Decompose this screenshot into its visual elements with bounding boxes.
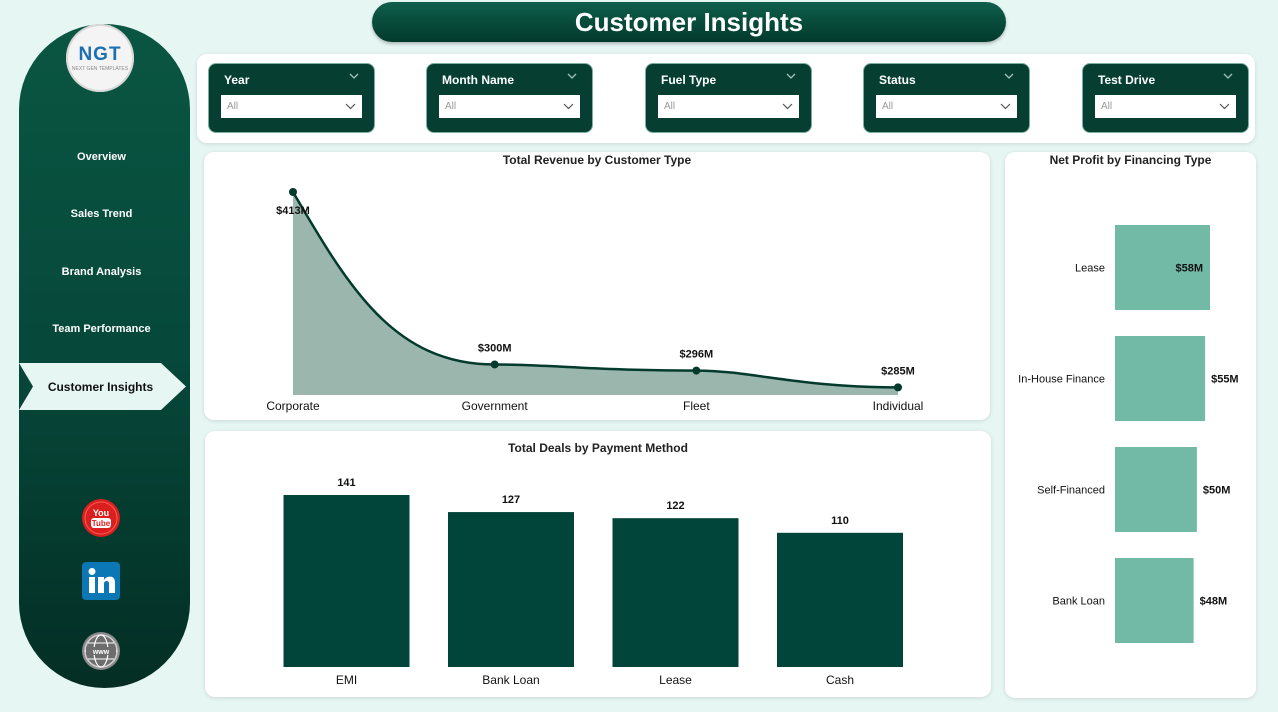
dropdown-value: All — [1101, 101, 1113, 112]
svg-text:You: You — [93, 508, 109, 518]
chevron-down-icon — [782, 103, 793, 110]
chevron-down-icon — [563, 103, 574, 110]
x-axis-label: Fleet — [683, 399, 710, 413]
test-drive-dropdown[interactable]: All — [1095, 95, 1236, 118]
dropdown-value: All — [882, 101, 894, 112]
dropdown-value: All — [227, 101, 239, 112]
linkedin-icon[interactable] — [82, 562, 120, 600]
chevron-down-icon[interactable] — [786, 72, 796, 80]
revenue-by-customer-type-card: Total Revenue by Customer Type $413M Corp… — [204, 152, 990, 420]
bar — [777, 532, 903, 667]
data-label: 141 — [337, 477, 355, 489]
x-axis-label: EMI — [336, 673, 357, 687]
slicer-status: Status All — [863, 63, 1030, 133]
nav-customer-insights[interactable]: Customer Insights — [19, 363, 186, 410]
slicer-label: Fuel Type — [661, 73, 717, 87]
ngt-logo[interactable]: NGT NEXT GEN TEMPLATES — [66, 24, 134, 92]
bar — [1115, 336, 1206, 421]
chevron-down-icon[interactable] — [1004, 72, 1014, 80]
data-label: 127 — [502, 494, 520, 506]
x-axis-label: Individual — [873, 399, 924, 413]
bar — [283, 495, 410, 667]
data-label: $296M — [680, 349, 714, 361]
slicer-fuel-type: Fuel Type All — [645, 63, 812, 133]
revenue-area-chart: $413M Corporate $300M Government $296M Fleet $… — [266, 188, 924, 413]
deals-by-payment-method-card: Total Deals by Payment Method 141 EMI 127 B… — [205, 431, 991, 697]
data-label: $285M — [881, 365, 915, 377]
dropdown-value: All — [445, 101, 457, 112]
data-label: $50M — [1203, 485, 1231, 497]
svg-text:Tube: Tube — [92, 519, 111, 528]
bar — [448, 512, 574, 667]
status-dropdown[interactable]: All — [876, 95, 1017, 118]
bar — [1115, 447, 1197, 532]
web-icon[interactable]: www — [82, 632, 120, 670]
y-axis-label: Self-Financed — [1037, 485, 1105, 497]
svg-text:www: www — [92, 649, 110, 656]
net-profit-bar-chart: Lease $58M In-House Finance $55M Self-Financ… — [1018, 225, 1239, 643]
nav-overview[interactable]: Overview — [19, 146, 184, 168]
y-axis-label: Lease — [1075, 263, 1105, 275]
data-point — [692, 366, 701, 375]
x-axis-label: Cash — [826, 673, 854, 687]
data-point — [894, 383, 902, 392]
logo-subtext: NEXT GEN TEMPLATES — [71, 65, 129, 72]
data-label: $58M — [1175, 263, 1203, 275]
net-profit-by-financing-type-card: Net Profit by Financing Type Lease $58M In… — [1005, 152, 1256, 698]
page-title: Customer Insights — [372, 2, 1006, 42]
logo-text: NGT — [78, 43, 122, 65]
x-axis-label: Lease — [659, 673, 692, 687]
chevron-down-icon[interactable] — [567, 72, 577, 80]
revenue-area-fill — [293, 192, 898, 395]
nav-brand-analysis[interactable]: Brand Analysis — [19, 261, 184, 283]
bar — [612, 518, 739, 667]
chevron-down-icon — [345, 103, 356, 110]
month-name-dropdown[interactable]: All — [439, 95, 580, 118]
slicer-year: Year All — [208, 63, 375, 133]
data-label: $300M — [478, 342, 512, 354]
bar — [1115, 558, 1194, 643]
slicer-label: Test Drive — [1098, 73, 1156, 87]
data-label: $413M — [276, 205, 310, 217]
deals-bar-chart: 141 EMI 127 Bank Loan 122 Lease 110 Cash — [283, 477, 903, 687]
slicer-label: Month Name — [442, 73, 514, 87]
nav-sales-trend[interactable]: Sales Trend — [19, 203, 184, 225]
x-axis-label: Government — [462, 399, 529, 413]
page-tabs-strip — [0, 712, 1278, 720]
data-point — [289, 188, 297, 196]
slicer-label: Status — [879, 73, 916, 87]
slicer-test-drive: Test Drive All — [1082, 63, 1249, 133]
nav-team-performance[interactable]: Team Performance — [19, 318, 184, 340]
y-axis-label: In-House Finance — [1018, 374, 1105, 386]
data-point — [490, 360, 499, 369]
data-label: 110 — [831, 515, 849, 527]
chevron-down-icon[interactable] — [349, 72, 359, 80]
chevron-down-icon — [1219, 103, 1230, 110]
chevron-down-icon[interactable] — [1223, 72, 1233, 80]
slicer-label: Year — [224, 73, 250, 87]
dropdown-value: All — [664, 101, 676, 112]
year-dropdown[interactable]: All — [221, 95, 362, 118]
x-axis-label: Corporate — [266, 399, 320, 413]
chevron-down-icon — [1000, 103, 1011, 110]
x-axis-label: Bank Loan — [482, 673, 539, 687]
data-label: $55M — [1211, 374, 1239, 386]
data-label: 122 — [666, 500, 684, 512]
y-axis-label: Bank Loan — [1052, 596, 1105, 608]
youtube-icon[interactable]: You Tube — [82, 499, 120, 537]
data-label: $48M — [1200, 596, 1228, 608]
fuel-type-dropdown[interactable]: All — [658, 95, 799, 118]
slicer-month-name: Month Name All — [426, 63, 593, 133]
